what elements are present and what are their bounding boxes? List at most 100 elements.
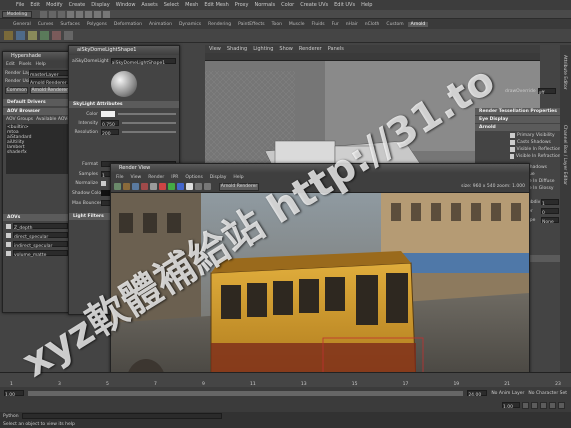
aov-checkbox[interactable] — [6, 232, 11, 238]
shelf-tab-custom[interactable]: Custom — [383, 22, 406, 27]
shelf-tab-curves[interactable]: Curves — [35, 22, 57, 27]
shelf-tab-polygons[interactable]: Polygons — [84, 22, 110, 27]
viewport-menu-panels[interactable]: Panels — [328, 46, 344, 52]
menu-help-rs[interactable]: Help — [35, 62, 45, 67]
ipr-icon[interactable] — [123, 183, 130, 190]
aov-name-field[interactable]: direct_specular — [13, 232, 68, 240]
photometric-light-icon[interactable] — [40, 31, 49, 40]
rv-menu-options[interactable]: Options — [185, 175, 202, 180]
shelf-tab-animation[interactable]: Animation — [146, 22, 175, 27]
intensity-slider[interactable] — [122, 122, 176, 124]
shelf-tab-fur[interactable]: Fur — [329, 22, 342, 27]
viewport-menu-shading[interactable]: Shading — [227, 46, 247, 52]
resolution-slider[interactable] — [122, 131, 176, 133]
shelf-tab-arnold[interactable]: Arnold — [407, 21, 429, 27]
save-scene-icon[interactable] — [58, 11, 65, 18]
shelf-tab-painteffects[interactable]: PaintEffects — [235, 22, 267, 27]
menu-file[interactable]: File — [16, 2, 24, 8]
aov-group-list[interactable]: <builtin> mtoa aiStandard aiUtility lamb… — [6, 124, 68, 174]
start-time-field[interactable]: 1.00 — [4, 390, 24, 398]
stop-render-icon[interactable] — [141, 183, 148, 190]
type-field[interactable]: None — [541, 217, 559, 225]
section-skylight-attributes[interactable]: SkyLight Attributes — [69, 101, 179, 108]
select-mode-icon[interactable] — [67, 11, 74, 18]
skydome-light-icon[interactable] — [28, 31, 37, 40]
render-shelf-icon[interactable] — [4, 31, 13, 40]
viewport-menu-show[interactable]: Show — [279, 46, 293, 52]
rv-menu-help[interactable]: Help — [233, 175, 243, 180]
area-light-icon[interactable] — [16, 31, 25, 40]
mesh-light-icon[interactable] — [52, 31, 61, 40]
menu-create[interactable]: Create — [69, 2, 86, 8]
intensity-field[interactable]: 0.750 — [101, 120, 119, 128]
section-default-drivers[interactable]: Default Drivers — [3, 99, 71, 106]
aov-checkbox[interactable] — [6, 241, 11, 247]
section-arnold[interactable]: Arnold — [475, 124, 565, 131]
new-scene-icon[interactable] — [40, 11, 47, 18]
go-to-start-icon[interactable] — [522, 401, 529, 409]
snap-curve-icon[interactable] — [85, 11, 92, 18]
current-frame-field[interactable]: 1.00 — [502, 402, 520, 410]
redo-render-icon[interactable] — [114, 183, 121, 190]
section-eye-display[interactable]: Eye Display — [475, 116, 565, 123]
menu-assets[interactable]: Assets — [141, 2, 157, 8]
section-aovs[interactable]: AOVs — [3, 214, 71, 221]
menu-help[interactable]: Help — [361, 2, 372, 8]
render-icon[interactable] — [94, 11, 101, 18]
viewport-menu-renderer[interactable]: Renderer — [299, 46, 322, 52]
menu-edit-uvs[interactable]: Edit UVs — [334, 2, 355, 8]
color-swatch[interactable] — [101, 111, 115, 117]
standin-icon[interactable] — [64, 31, 73, 40]
draw-override-field[interactable]: off — [537, 88, 556, 96]
menu-create-uvs[interactable]: Create UVs — [300, 2, 328, 8]
range-bar[interactable] — [28, 390, 464, 396]
shelf-tab-surfaces[interactable]: Surfaces — [57, 22, 83, 27]
subdiv-field[interactable]: 1 — [541, 199, 559, 207]
go-to-end-icon[interactable] — [558, 401, 565, 409]
rv-menu-ipr[interactable]: IPR — [171, 175, 178, 180]
checkbox-visible-refractions[interactable] — [510, 154, 514, 159]
end-time-field[interactable]: 24.00 — [467, 390, 488, 398]
menu-mesh[interactable]: Mesh — [185, 2, 198, 8]
iter-field[interactable]: 0 — [541, 208, 559, 216]
snapshot-icon[interactable] — [204, 183, 211, 190]
aov-checkbox[interactable] — [6, 223, 11, 229]
normalize-checkbox[interactable] — [101, 181, 106, 186]
shelf-tab-rendering[interactable]: Rendering — [205, 22, 234, 27]
shelf-tab-nhair[interactable]: nHair — [343, 22, 361, 27]
menu-window[interactable]: Window — [116, 2, 136, 8]
step-forward-icon[interactable] — [549, 401, 556, 409]
shelf-tab-fluids[interactable]: Fluids — [309, 22, 328, 27]
color-slider[interactable] — [118, 113, 176, 115]
section-aov-browser[interactable]: AOV Browser — [3, 108, 71, 115]
script-language-label[interactable]: Python — [3, 414, 19, 419]
shelf-tab-dynamics[interactable]: Dynamics — [176, 22, 204, 27]
side-tab-attribute-editor[interactable]: Attribute Editor — [562, 55, 567, 90]
tab-arnold-renderer[interactable]: Arnold Renderer — [30, 87, 69, 94]
side-tab-channel-box[interactable]: Channel Box / Layer Editor — [562, 125, 567, 185]
menu-edit[interactable]: Edit — [30, 2, 40, 8]
aov-name-field[interactable]: Z_depth — [13, 223, 68, 231]
play-icon[interactable] — [540, 401, 547, 409]
list-item[interactable]: shaderfx — [7, 150, 67, 155]
viewport-menu-lighting[interactable]: Lighting — [253, 46, 273, 52]
light-name-field[interactable]: aiSkyDomeLightShape1 — [110, 58, 176, 66]
menu-normals[interactable]: Normals — [254, 2, 275, 8]
menu-proxy[interactable]: Proxy — [235, 2, 249, 8]
blue-channel-icon[interactable] — [177, 183, 184, 190]
aov-checkbox[interactable] — [6, 250, 11, 256]
rv-menu-view[interactable]: View — [131, 175, 142, 180]
menu-modify[interactable]: Modify — [46, 2, 63, 8]
ipr-render-icon[interactable] — [103, 11, 110, 18]
snap-grid-icon[interactable] — [76, 11, 83, 18]
tab-common[interactable]: Common — [5, 87, 29, 94]
menu-edit-mesh[interactable]: Edit Mesh — [204, 2, 228, 8]
shelf-tab-ncloth[interactable]: nCloth — [362, 22, 383, 27]
menu-edit-rs[interactable]: Edit — [6, 62, 15, 67]
checkbox-visible-reflections[interactable] — [510, 147, 515, 152]
aov-name-field[interactable]: volume_matte — [13, 250, 68, 258]
mode-select-dropdown[interactable]: Modeling — [2, 11, 32, 18]
char-set-label[interactable]: No Character Set — [528, 391, 567, 396]
checkbox-primary-visibility[interactable] — [510, 133, 515, 138]
viewport-menu-view[interactable]: View — [209, 46, 221, 52]
